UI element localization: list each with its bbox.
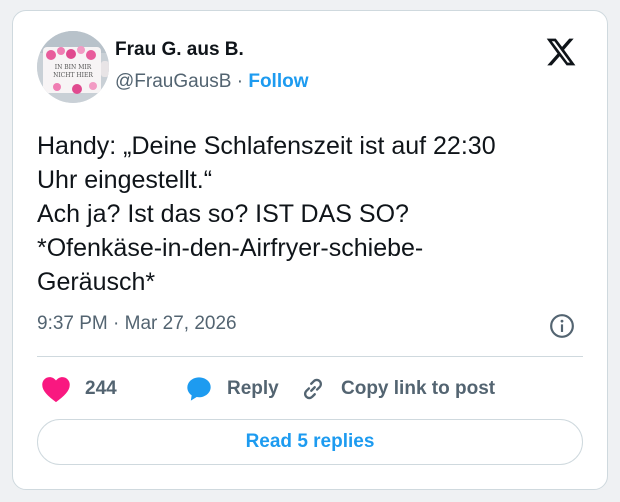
follow-button[interactable]: Follow bbox=[248, 71, 308, 92]
info-icon[interactable] bbox=[549, 313, 575, 339]
tweet-line: *Ofenkäse-in-den-Airfryer-schiebe- bbox=[37, 234, 424, 262]
tweet-line: Geräusch* bbox=[37, 268, 156, 296]
avatar[interactable]: IN BIN MIR NICHT HIER bbox=[37, 31, 109, 103]
handle-separator: · bbox=[236, 71, 244, 92]
like-count: 244 bbox=[85, 378, 117, 399]
tweet-timestamp[interactable]: 9:37 PM · Mar 27, 2026 bbox=[37, 313, 237, 335]
timestamp-separator: · bbox=[113, 313, 120, 334]
x-logo-icon[interactable] bbox=[545, 37, 577, 67]
link-icon bbox=[303, 378, 323, 400]
tweet-time: 9:37 PM bbox=[37, 313, 108, 334]
tweet-text: Handy: „Deine Schlafenszeit ist auf 22:3… bbox=[37, 129, 597, 299]
tweet-line: Uhr eingestellt.“ bbox=[37, 166, 213, 194]
tweet-line: Ach ja? Ist das so? IST DAS SO? bbox=[37, 200, 409, 228]
author-handle-row: @FrauGausB · Follow bbox=[115, 71, 309, 93]
copy-link-label: Copy link to post bbox=[341, 378, 496, 399]
tweet-embed-card: IN BIN MIR NICHT HIER Frau G. aus B. @Fr… bbox=[12, 10, 608, 490]
tweet-line: Handy: „Deine Schlafenszeit ist auf 22:3… bbox=[37, 132, 496, 160]
divider bbox=[37, 356, 583, 357]
author-handle[interactable]: @FrauGausB bbox=[115, 71, 231, 92]
avatar-mug-image: IN BIN MIR NICHT HIER bbox=[37, 31, 109, 103]
like-button[interactable]: 244 bbox=[41, 371, 117, 407]
reply-button[interactable]: Reply bbox=[185, 371, 279, 407]
svg-text:NICHT HIER: NICHT HIER bbox=[53, 72, 93, 79]
speech-bubble-icon bbox=[187, 377, 211, 401]
reply-label: Reply bbox=[227, 378, 279, 399]
read-replies-button[interactable]: Read 5 replies bbox=[37, 419, 583, 465]
copy-link-button[interactable]: Copy link to post bbox=[299, 371, 495, 407]
svg-text:IN BIN MIR: IN BIN MIR bbox=[55, 64, 92, 71]
tweet-date: Mar 27, 2026 bbox=[124, 313, 237, 334]
action-bar: 244 Reply Copy link to post bbox=[37, 371, 577, 407]
author-name[interactable]: Frau G. aus B. bbox=[115, 39, 244, 61]
heart-icon bbox=[42, 377, 70, 403]
